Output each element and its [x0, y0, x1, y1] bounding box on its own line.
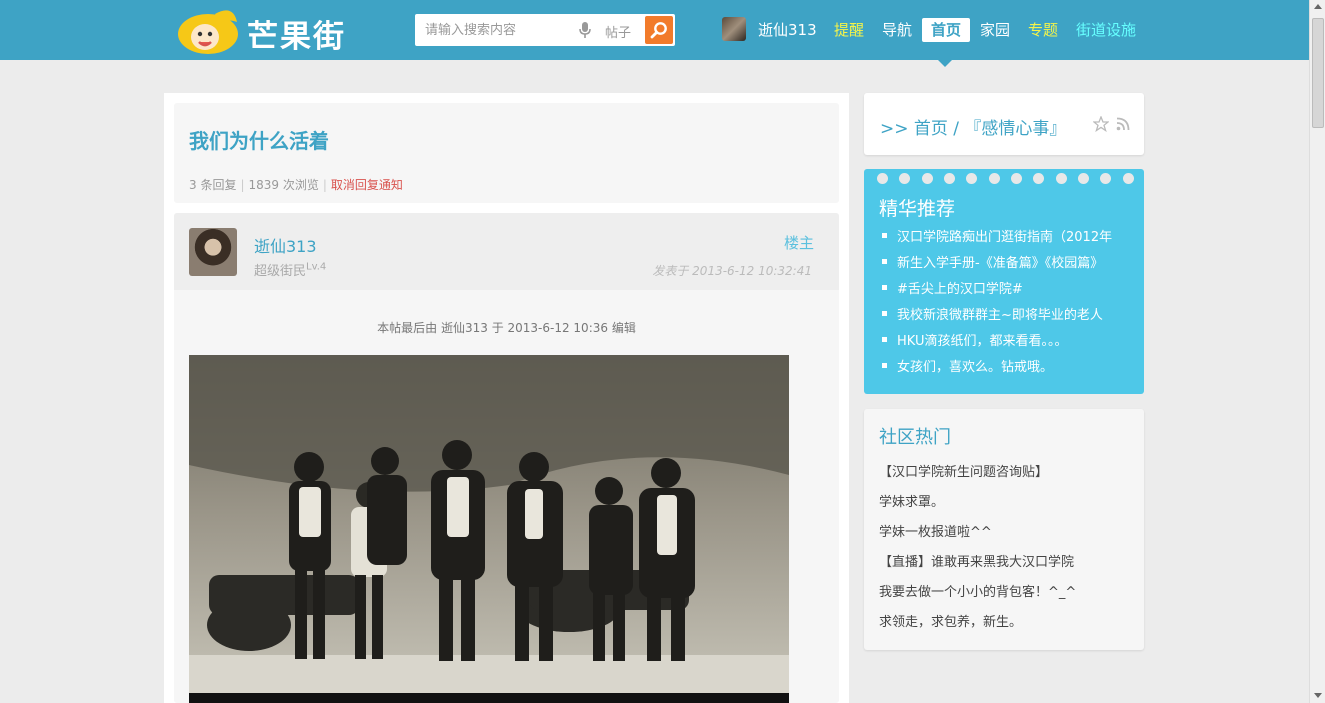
meta-divider: | [240, 178, 245, 192]
search-scope-select[interactable]: 帖子 [605, 22, 631, 41]
site-logo[interactable]: 芒果街 [175, 4, 375, 56]
view-count: 1839 次浏览 [248, 178, 319, 192]
scroll-down-arrow-icon[interactable] [1314, 693, 1322, 698]
search-box: 帖子 [415, 14, 675, 46]
rss-icon[interactable] [1116, 117, 1130, 131]
nav-remind[interactable]: 提醒 [834, 19, 864, 40]
featured-item[interactable]: 汉口学院路痴出门逛街指南（2012年 [882, 226, 1140, 252]
nav-home[interactable]: 首页 [922, 18, 970, 42]
featured-list: 汉口学院路痴出门逛街指南（2012年 新生入学手册-《准备篇》《校园篇》 #舌尖… [882, 226, 1140, 382]
featured-item[interactable]: #舌尖上的汉口学院# [882, 278, 1140, 304]
hot-topics-title: 社区热门 [879, 427, 951, 448]
hot-topic-item[interactable]: 【汉口学院新生问题咨询贴】 [879, 461, 1076, 491]
floor-tag: 楼主 [783, 234, 814, 252]
meta-divider: | [322, 178, 327, 192]
nav-topics[interactable]: 专题 [1028, 19, 1058, 40]
author-level: Lv.4 [306, 261, 327, 273]
post-image [189, 355, 789, 703]
nav-homeland[interactable]: 家园 [980, 19, 1010, 40]
featured-title: 精华推荐 [879, 198, 956, 220]
featured-item[interactable]: 女孩们，喜欢么。钻戒哦。 [882, 356, 1140, 382]
hot-topic-item[interactable]: 我要去做一个小小的背包客！^_^ [879, 581, 1076, 611]
author-rank: 超级街民Lv.4 [254, 260, 326, 279]
thread-main: 我们为什么活着 3 条回复 | 1839 次浏览 | 取消回复通知 逝仙313 超级街民… [164, 93, 849, 703]
featured-item[interactable]: HKU滴孩纸们，都来看看。。。 [882, 330, 1140, 356]
nav-guide[interactable]: 导航 [882, 19, 912, 40]
author-rank-label: 超级街民 [254, 264, 307, 279]
featured-card: 精华推荐 汉口学院路痴出门逛街指南（2012年 新生入学手册-《准备篇》《校园篇… [864, 169, 1144, 394]
search-icon [650, 22, 667, 39]
logo-text: 芒果街 [247, 19, 346, 55]
top-navbar: 芒果街 帖子 逝仙313 提醒 导航 首页 家园 专题 街道设施 [0, 0, 1309, 60]
nav-facilities[interactable]: 街道设施 [1076, 19, 1136, 40]
hot-topic-item[interactable]: 学妹求罩。 [879, 491, 1076, 521]
author-avatar[interactable] [189, 228, 237, 276]
search-input[interactable] [415, 14, 575, 46]
featured-item[interactable]: 我校新浪微群群主~即将毕业的老人 [882, 304, 1140, 330]
hot-topic-item[interactable]: 求领走，求包养，新生。 [879, 611, 1076, 641]
notebook-rings [872, 173, 1142, 185]
star-icon[interactable] [1093, 116, 1109, 132]
nav-username[interactable]: 逝仙313 [758, 19, 817, 40]
user-avatar[interactable] [722, 17, 746, 41]
thread-meta: 3 条回复 | 1839 次浏览 | 取消回复通知 [189, 176, 403, 193]
featured-item[interactable]: 新生入学手册-《准备篇》《校园篇》 [882, 252, 1140, 278]
scroll-up-arrow-icon[interactable] [1314, 4, 1322, 9]
hot-topics-list: 【汉口学院新生问题咨询贴】 学妹求罩。 学妹一枚报道啦^^ 【直播】谁敢再来黑我… [879, 461, 1076, 641]
post-header: 逝仙313 超级街民Lv.4 楼主 发表于 2013-6-12 10:32:41 [174, 213, 839, 290]
author-name[interactable]: 逝仙313 [254, 233, 317, 257]
post-floor: 逝仙313 超级街民Lv.4 楼主 发表于 2013-6-12 10:32:41… [174, 213, 839, 703]
page-scrollbar[interactable] [1309, 0, 1325, 703]
thread-title-card: 我们为什么活着 3 条回复 | 1839 次浏览 | 取消回复通知 [174, 103, 839, 203]
breadcrumb[interactable]: >> 首页 / 『感情心事』 [880, 114, 1066, 139]
hot-topic-item[interactable]: 学妹一枚报道啦^^ [879, 521, 1076, 551]
edit-note: 本帖最后由 逝仙313 于 2013-6-12 10:36 编辑 [377, 321, 636, 335]
hot-topic-item[interactable]: 【直播】谁敢再来黑我大汉口学院 [879, 551, 1076, 581]
breadcrumb-card: >> 首页 / 『感情心事』 [864, 93, 1144, 155]
post-time: 发表于 2013-6-12 10:32:41 [652, 264, 812, 278]
scrollbar-thumb[interactable] [1312, 18, 1324, 128]
microphone-icon[interactable] [578, 22, 592, 38]
cancel-reply-notify-link[interactable]: 取消回复通知 [331, 178, 403, 192]
reply-count: 3 条回复 [189, 178, 237, 192]
hot-topics-card: 社区热门 【汉口学院新生问题咨询贴】 学妹求罩。 学妹一枚报道啦^^ 【直播】谁… [864, 409, 1144, 650]
active-nav-caret [938, 60, 952, 67]
post-photo [189, 355, 789, 703]
search-button[interactable] [645, 16, 673, 44]
mango-mascot-icon [178, 10, 238, 54]
thread-title[interactable]: 我们为什么活着 [189, 125, 329, 154]
